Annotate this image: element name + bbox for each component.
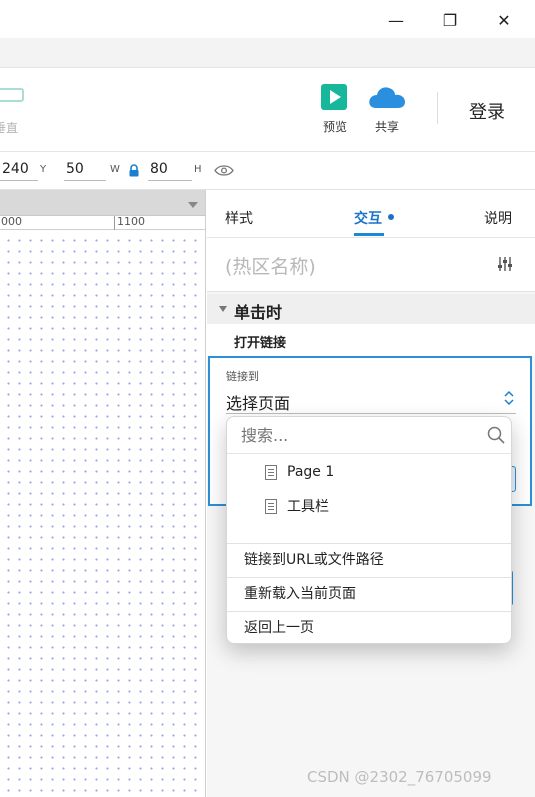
chevron-down-icon[interactable] [188, 202, 198, 208]
main-toolbar: 垂直 预览 共享 登录 [0, 68, 535, 152]
ruler-label-1100: 1100 [117, 215, 145, 228]
canvas-grid [0, 231, 205, 797]
page-icon [265, 498, 277, 514]
link-to-label: 链接到 [226, 370, 259, 383]
watermark: CSDN @2302_76705099 [307, 768, 492, 786]
canvas-area[interactable]: 000 1100 [0, 190, 206, 797]
event-row[interactable]: 单击时 [207, 294, 535, 324]
ruler-label-1000: 000 [1, 215, 22, 228]
action-reload-page[interactable]: 重新载入当前页面 [227, 577, 511, 611]
maximize-icon: ❐ [442, 10, 458, 30]
page-icon [265, 464, 277, 480]
toolbar-divider [437, 92, 438, 124]
vertical-label: 垂直 [0, 121, 18, 135]
preview-icon [321, 84, 347, 110]
settings-sliders-icon[interactable] [497, 256, 513, 272]
page-option-label: Page 1 [287, 464, 335, 480]
minimize-button[interactable]: — [384, 8, 408, 32]
lock-icon[interactable] [129, 164, 139, 177]
close-icon: ✕ [497, 10, 511, 30]
tab-interaction[interactable]: 交互 [354, 208, 382, 228]
tab-style[interactable]: 样式 [225, 208, 253, 228]
title-bar: — ❐ ✕ [0, 0, 535, 38]
hotspot-name-field[interactable]: (热区名称) [225, 252, 316, 279]
page-option-page1[interactable]: Page 1 [265, 460, 334, 484]
action-row[interactable]: 打开链接 [207, 324, 535, 356]
ruler-tick-1100 [114, 216, 115, 230]
page-option-label: 工具栏 [287, 499, 329, 515]
share-button[interactable]: 共享 [367, 82, 407, 136]
login-button[interactable]: 登录 [469, 98, 505, 124]
share-label: 共享 [374, 120, 399, 134]
horizontal-ruler: 000 1100 [0, 215, 205, 230]
dropdown-search [227, 417, 511, 454]
hotspot-name-row: (热区名称) [207, 238, 535, 292]
event-label: 单击时 [234, 303, 283, 322]
w-field[interactable]: 80 [148, 159, 192, 181]
page-select-value: 选择页面 [226, 394, 291, 413]
preview-label: 预览 [322, 120, 347, 134]
collapse-triangle-icon [219, 306, 227, 312]
search-icon [487, 426, 505, 444]
active-tab-indicator [354, 233, 384, 236]
eye-icon[interactable] [214, 164, 234, 177]
page-option-toolbar[interactable]: 工具栏 [265, 494, 329, 518]
page-dropdown: Page 1 工具栏 链接到URL或文件路径 重新载入当前页面 返回上一页 [226, 416, 512, 644]
property-bar: 240 Y 50 W 80 H [0, 152, 535, 190]
tab-notes[interactable]: 说明 [484, 208, 512, 228]
close-button[interactable]: ✕ [492, 8, 516, 32]
dropdown-search-input[interactable] [241, 422, 471, 448]
menu-bar [0, 38, 535, 68]
maximize-button[interactable]: ❐ [438, 8, 462, 32]
action-label: 打开链接 [234, 336, 287, 351]
minimize-icon: — [388, 10, 404, 30]
panel-tabs: 样式 交互 说明 [207, 190, 535, 238]
select-updown-icon [504, 390, 514, 406]
y-label: Y [40, 164, 47, 175]
w-label: W [110, 164, 120, 175]
cloud-icon [369, 87, 405, 108]
action-go-back[interactable]: 返回上一页 [227, 611, 511, 643]
preview-button[interactable]: 预览 [315, 82, 355, 136]
y-field[interactable]: 50 [64, 159, 106, 181]
h-label: H [194, 164, 202, 175]
vertical-align-button[interactable]: 垂直 [0, 82, 30, 135]
canvas-tab-strip [0, 190, 205, 216]
page-select[interactable]: 选择页面 [226, 388, 516, 414]
action-link-url[interactable]: 链接到URL或文件路径 [227, 543, 511, 577]
unsaved-dot [388, 214, 394, 220]
vertical-icon [0, 88, 24, 102]
x-field[interactable]: 240 [0, 159, 38, 181]
